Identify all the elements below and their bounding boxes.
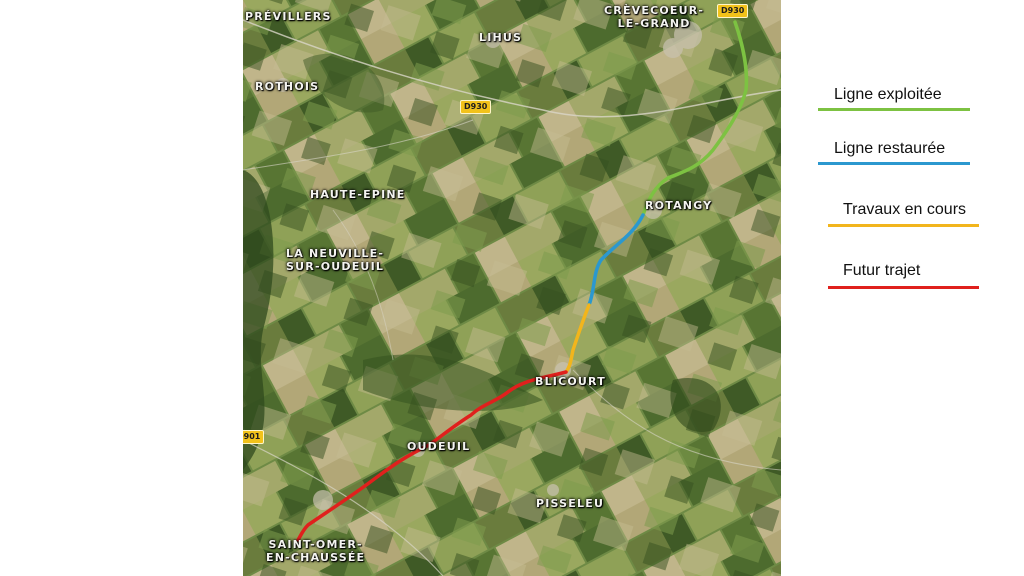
map-canvas [243, 0, 781, 576]
aerial-map[interactable]: Prévillers Lihus Crèvecoeur- le-Grand Ro… [243, 0, 781, 576]
place-label-rotangy: Rotangy [645, 199, 713, 212]
road-shield-d930-mid: D930 [460, 100, 492, 114]
legend-swatch-futur [828, 286, 979, 289]
place-label-blicourt: Blicourt [535, 375, 606, 388]
legend-swatch-travaux [828, 224, 979, 227]
place-label-previllers: Prévillers [245, 10, 332, 23]
place-label-rothois: Rothois [255, 80, 320, 93]
legend-label-futur: Futur trajet [843, 262, 921, 279]
place-label-crevecoeur: Crèvecoeur- le-Grand [604, 4, 705, 30]
legend-swatch-restauree [818, 162, 970, 165]
road-shield-d930-top: D930 [717, 4, 749, 18]
legend-label-restauree: Ligne restaurée [834, 140, 946, 157]
place-label-haute-epine: Haute-Epine [310, 188, 406, 201]
place-label-oudeuil: Oudeuil [407, 440, 471, 453]
road-shield-d901: D901 [243, 430, 265, 444]
place-label-lihus: Lihus [479, 31, 523, 44]
legend-label-travaux: Travaux en cours [843, 201, 967, 218]
place-label-saint-omer: Saint-Omer- en-Chaussée [266, 538, 366, 564]
legend-swatch-exploitee [818, 108, 970, 111]
place-label-pisseleu: Pisseleu [536, 497, 605, 510]
place-label-neuville: La Neuville- sur-Oudeuil [286, 247, 385, 273]
legend-label-exploitee: Ligne exploitée [834, 86, 942, 103]
